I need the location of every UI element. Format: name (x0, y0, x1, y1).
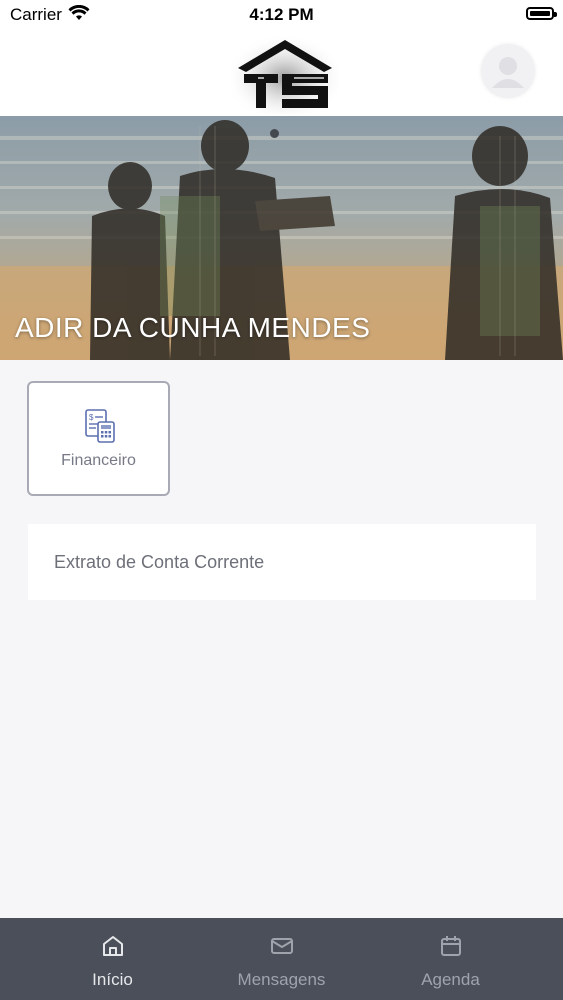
battery-icon (526, 7, 557, 20)
calculator-document-icon: $ (84, 409, 116, 448)
app-header (0, 30, 563, 116)
tab-label: Agenda (421, 970, 480, 989)
tab-agenda[interactable]: Agenda (357, 918, 544, 1000)
clock: 4:12 PM (249, 5, 314, 24)
home-icon (19, 934, 206, 963)
svg-text:$: $ (89, 413, 94, 422)
tab-bar: Início Mensagens Agenda (0, 918, 563, 1000)
mail-icon (188, 934, 375, 963)
tab-label: Início (92, 970, 133, 989)
calendar-icon (357, 934, 544, 963)
carousel-indicator[interactable] (270, 129, 279, 138)
tile-label: Financeiro (61, 452, 136, 469)
financeiro-tile[interactable]: $ Financeiro (27, 381, 170, 496)
list-item-label: Extrato de Conta Corrente (54, 552, 265, 572)
extrato-list-item[interactable]: Extrato de Conta Corrente (28, 524, 536, 600)
hero-banner: ADIR DA CUNHA MENDES (0, 116, 563, 360)
company-logo (230, 34, 340, 114)
user-icon (492, 57, 524, 88)
tab-label: Mensagens (237, 970, 326, 989)
status-bar: Carrier 4:12 PM (0, 0, 563, 30)
tab-inicio[interactable]: Início (19, 918, 206, 1000)
profile-avatar-button[interactable] (481, 44, 535, 98)
tab-mensagens[interactable]: Mensagens (188, 918, 375, 1000)
client-name: ADIR DA CUNHA MENDES (15, 312, 371, 343)
